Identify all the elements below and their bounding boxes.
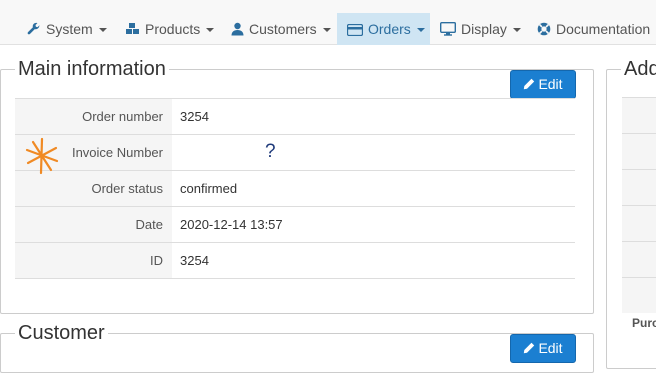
id-label: ID [15, 242, 172, 279]
main-info-edit-button[interactable]: Edit [510, 70, 576, 99]
nav-system-label: System [46, 21, 93, 37]
nav-customers[interactable]: Customers [231, 13, 331, 45]
user-icon [231, 22, 244, 36]
table-row: Date 2020-12-14 13:57 [15, 206, 575, 243]
right-panel-row-label: Purc [632, 316, 656, 330]
monitor-icon [439, 21, 457, 36]
main-information-title: Main information [15, 57, 169, 81]
table-row: ID 3254 [15, 242, 575, 279]
customer-edit-button[interactable]: Edit [510, 334, 576, 363]
right-panel-rows [622, 97, 656, 313]
nav-system[interactable]: System [27, 13, 107, 45]
order-number-label: Order number [15, 98, 172, 135]
nav-display-label: Display [461, 21, 507, 37]
date-value: 2020-12-14 13:57 [172, 206, 575, 243]
question-mark-annotation: ? [265, 141, 276, 162]
lifebuoy-icon [537, 22, 551, 36]
credit-card-icon [346, 23, 364, 37]
invoice-number-value [172, 134, 575, 171]
right-row [622, 277, 656, 313]
pencil-icon [524, 342, 535, 354]
wrench-icon [27, 22, 40, 35]
order-number-value: 3254 [172, 98, 575, 135]
nav-display[interactable]: Display [439, 13, 521, 45]
table-row: Order status confirmed [15, 170, 575, 207]
order-info-table: Order number 3254 Invoice Number Order s… [15, 98, 575, 279]
top-navbar: System Products Customers Orders Display… [0, 0, 656, 45]
chevron-down-icon [416, 28, 425, 32]
right-panel-title: Add [621, 57, 656, 81]
id-value: 3254 [172, 242, 575, 279]
chevron-down-icon [322, 28, 331, 32]
nav-orders-label: Orders [368, 21, 411, 37]
right-row [622, 241, 656, 277]
table-row: Invoice Number [15, 134, 575, 171]
right-row [622, 205, 656, 241]
nav-products[interactable]: Products [125, 13, 215, 45]
chevron-down-icon [512, 28, 521, 32]
nav-customers-label: Customers [249, 21, 317, 37]
edit-label: Edit [538, 340, 563, 356]
asterisk-annotation-icon [25, 137, 59, 175]
pencil-icon [524, 78, 535, 90]
chevron-down-icon [206, 28, 215, 32]
nav-products-label: Products [145, 21, 201, 37]
cubes-icon [126, 23, 139, 34]
nav-documentation[interactable]: Documentation [537, 13, 656, 45]
edit-label: Edit [538, 76, 563, 92]
table-row: Order number 3254 [15, 98, 575, 135]
nav-documentation-label: Documentation [556, 21, 651, 37]
chevron-down-icon [98, 28, 107, 32]
customer-title: Customer [15, 321, 108, 345]
date-label: Date [15, 206, 172, 243]
order-status-value: confirmed [172, 170, 575, 207]
right-row [622, 133, 656, 169]
nav-orders[interactable]: Orders [337, 13, 430, 45]
right-row [622, 97, 656, 133]
right-row [622, 169, 656, 205]
